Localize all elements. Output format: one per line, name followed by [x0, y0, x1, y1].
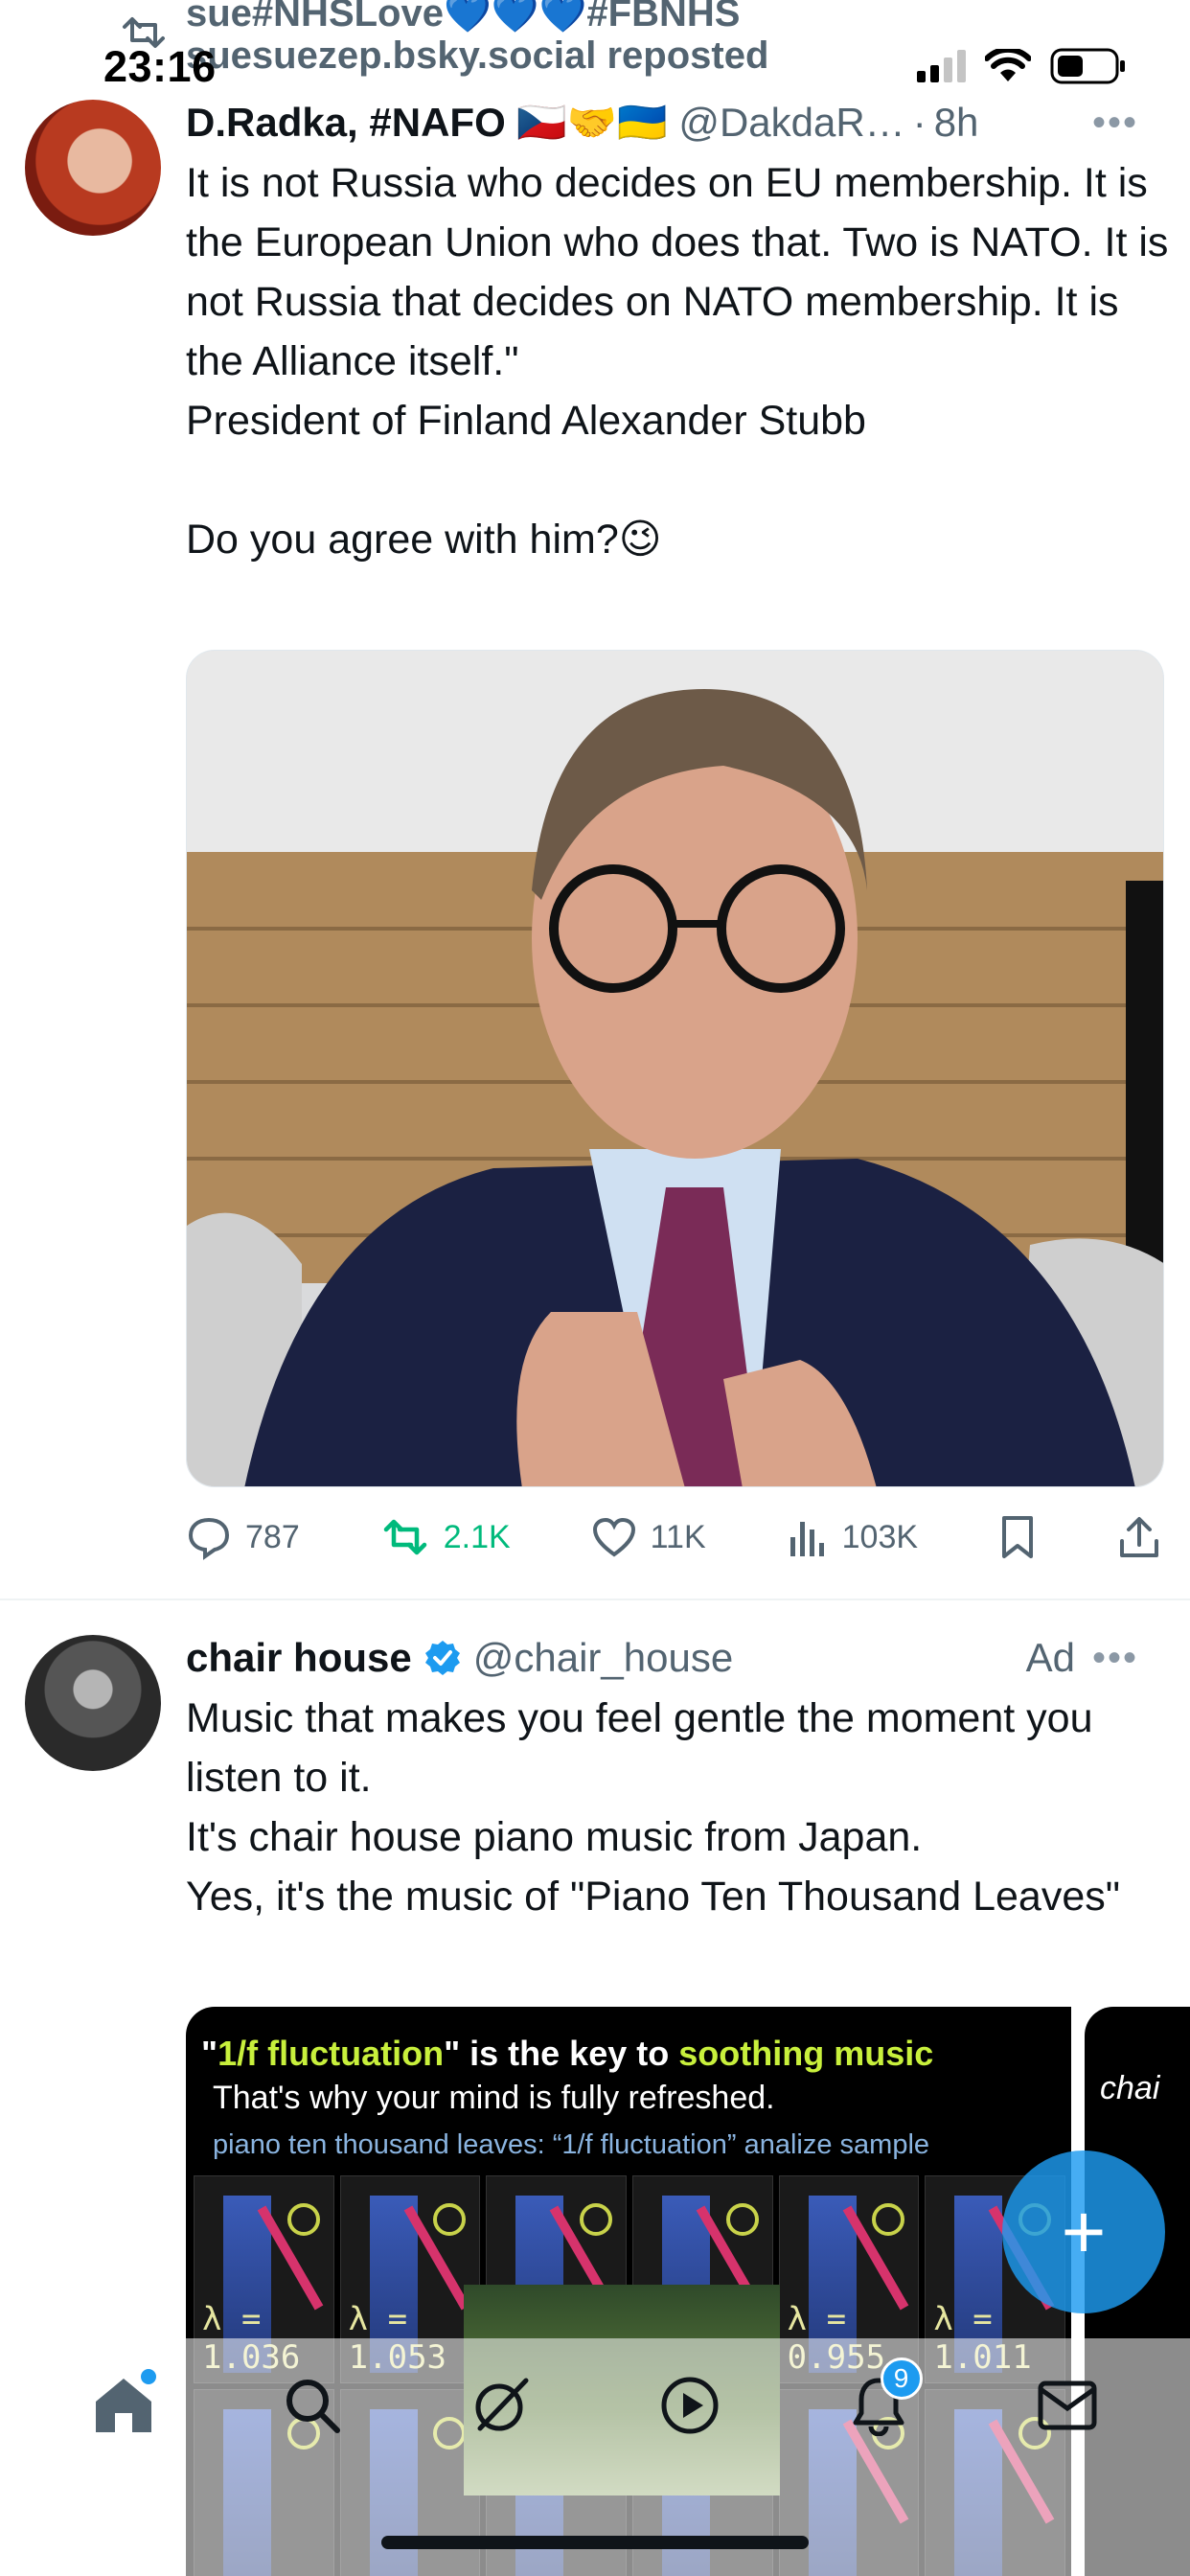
bookmark-button[interactable] [998, 1514, 1037, 1560]
photo-man-glasses [187, 651, 1163, 1486]
views-button[interactable]: 103K [787, 1516, 918, 1558]
next-card-text: chai [1100, 2070, 1160, 2106]
views-count: 103K [841, 1518, 919, 1555]
repost-count: 2.1K [443, 1518, 511, 1555]
post-body: Music that makes you feel gentle the mom… [186, 1695, 1120, 1920]
avatar[interactable] [25, 1635, 161, 1771]
repost-icon [383, 1519, 426, 1555]
post-body: It is not Russia who decides on EU membe… [186, 160, 1169, 563]
post-header: chair house @chair_house Ad ••• [186, 1629, 1167, 1687]
ad-label: Ad [1025, 1635, 1075, 1680]
post-text: It is not Russia who decides on EU membe… [186, 153, 1173, 569]
verified-badge-icon [424, 1641, 460, 1675]
status-bar: 23:16 [0, 0, 1190, 115]
search-icon [286, 2380, 340, 2433]
reply-count: 787 [245, 1518, 300, 1555]
media-caption: piano ten thousand leaves: “1/f fluctuat… [213, 2129, 930, 2160]
share-icon [1120, 1517, 1158, 1557]
reply-button[interactable]: 787 [186, 1514, 300, 1560]
wifi-icon [985, 49, 1031, 81]
bottom-tab-bar: 9 [0, 2338, 1190, 2576]
play-circle-icon [661, 2377, 718, 2434]
bookmark-icon [1002, 1516, 1034, 1558]
tab-search[interactable] [274, 2367, 351, 2444]
like-count: 11K [650, 1518, 706, 1555]
home-indicator[interactable] [381, 2536, 809, 2549]
more-options-icon[interactable]: ••• [1092, 1637, 1138, 1680]
status-icons [917, 48, 1127, 84]
heart-icon [592, 1517, 635, 1557]
tab-notifications[interactable]: 9 [840, 2358, 923, 2444]
new-content-dot [140, 2369, 156, 2384]
author-name[interactable]: chair house [186, 1635, 412, 1681]
author-handle[interactable]: @chair_house [473, 1635, 733, 1681]
cellular-signal-icon [917, 50, 966, 82]
post-actions: 787 2.1K 11K 103K [186, 1508, 1161, 1566]
battery-icon [1050, 48, 1125, 84]
like-button[interactable]: 11K [591, 1516, 706, 1558]
reply-icon [188, 1517, 230, 1560]
post-1[interactable]: D.Radka, #NAFO 🇨🇿🤝🇺🇦 @DakdaR… · 8h ••• I… [0, 0, 1190, 1600]
repost-button[interactable]: 2.1K [380, 1516, 511, 1558]
avatar[interactable] [25, 100, 161, 236]
tab-grok[interactable] [463, 2367, 539, 2444]
post-image[interactable] [186, 650, 1164, 1487]
views-chart-icon [790, 1522, 824, 1556]
mail-icon [1038, 2380, 1096, 2430]
tab-messages[interactable] [1029, 2367, 1106, 2444]
media-headline: "1/f fluctuation" is the key to soothing… [201, 2034, 934, 2073]
status-time: 23:16 [103, 42, 217, 91]
tab-video[interactable] [652, 2367, 728, 2444]
share-button[interactable] [1117, 1514, 1161, 1560]
plus-icon: + [1061, 2189, 1107, 2274]
post-text: Music that makes you feel gentle the mom… [186, 1689, 1173, 1926]
notifications-badge: 9 [880, 2358, 923, 2400]
grok-icon [475, 2378, 528, 2431]
tab-home[interactable] [85, 2367, 162, 2444]
compose-button[interactable]: + [1002, 2150, 1165, 2313]
media-subline: That's why your mind is fully refreshed. [213, 2080, 775, 2116]
